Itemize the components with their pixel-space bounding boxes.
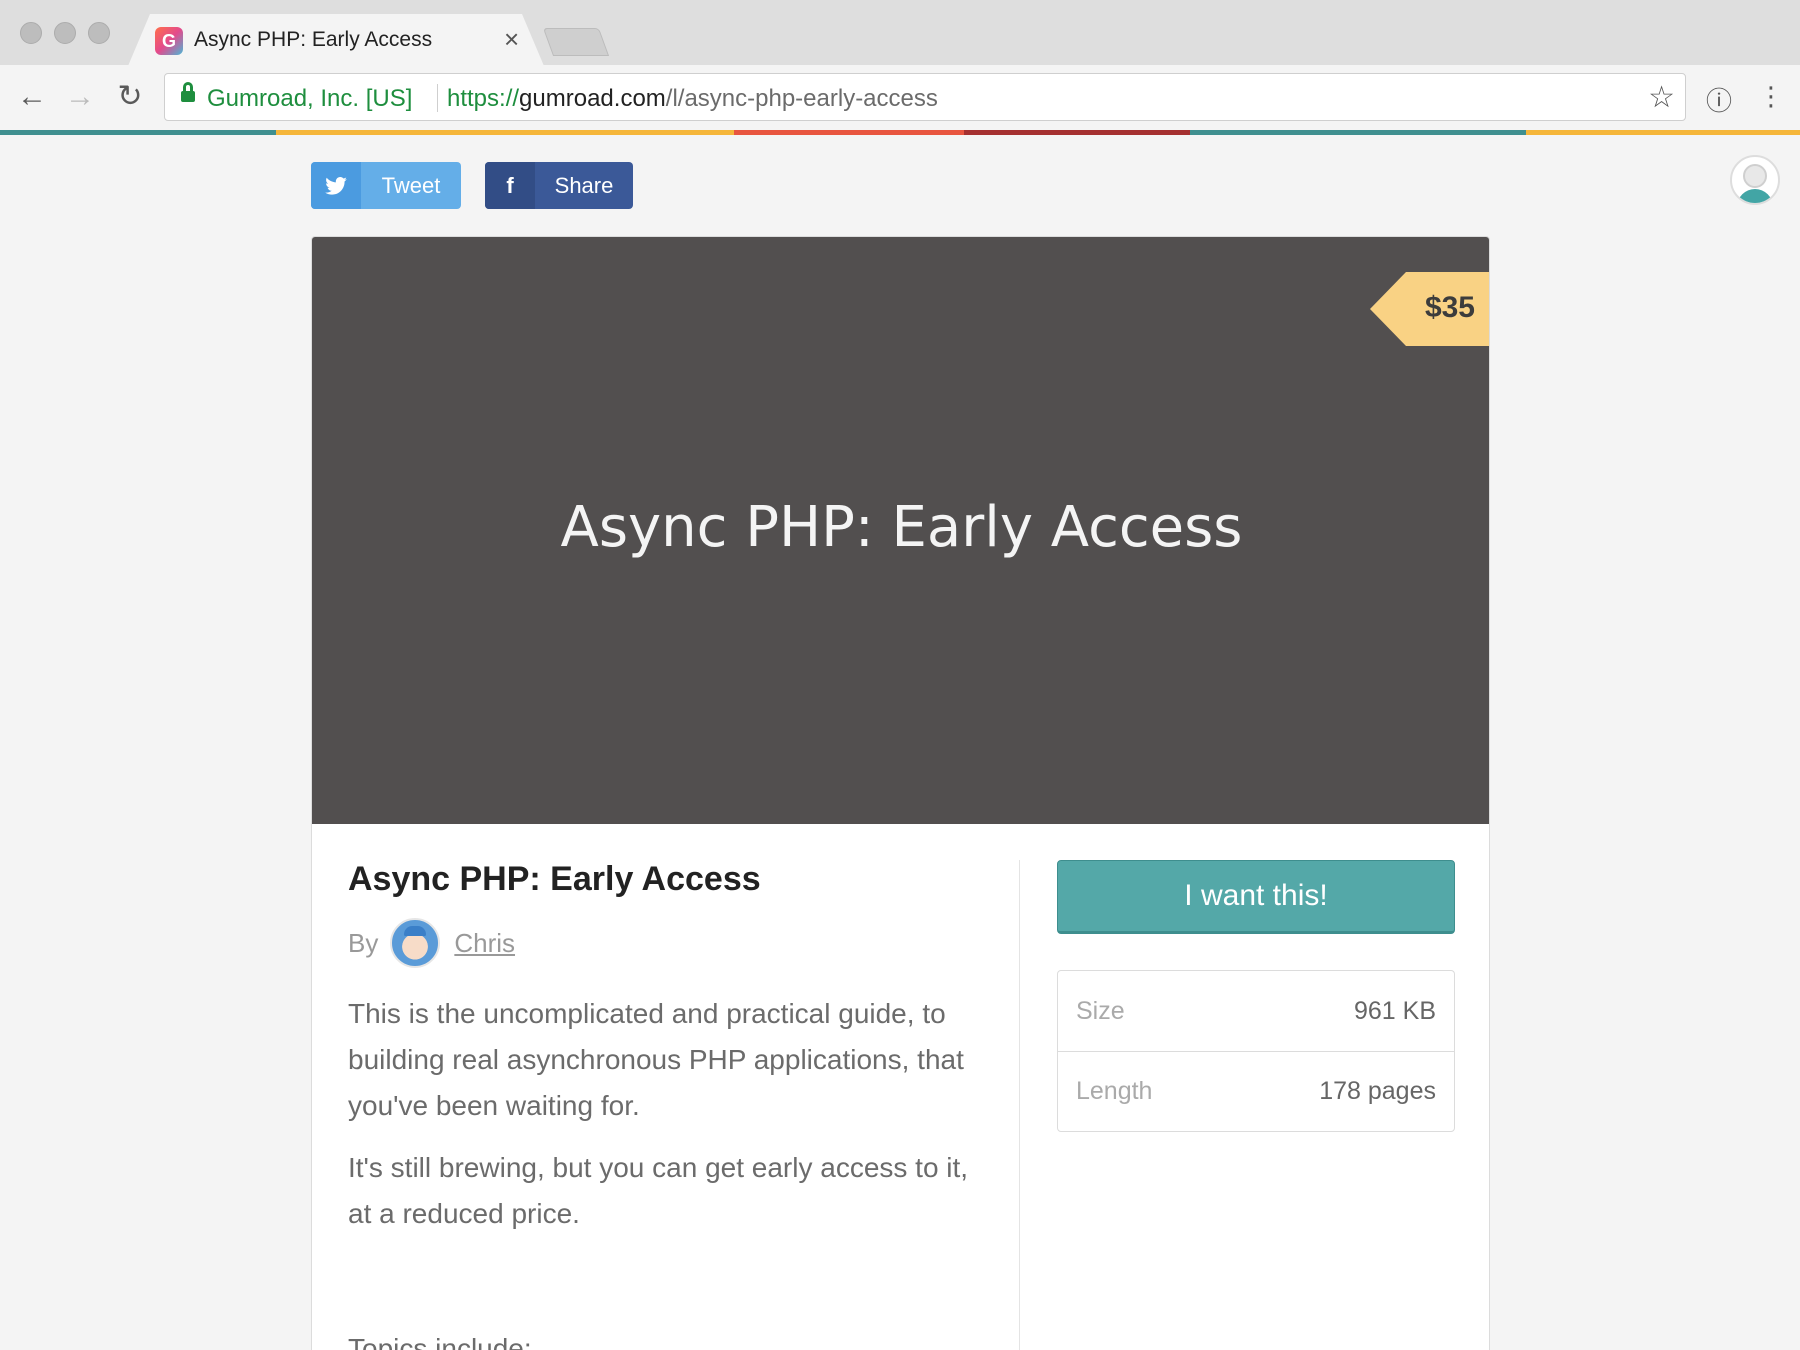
detail-row-size: Size 961 KB xyxy=(1058,971,1454,1051)
topics-heading: Topics include: xyxy=(348,1333,532,1350)
url-text[interactable]: https://gumroad.com/l/async-php-early-ac… xyxy=(447,85,938,113)
creator-avatar[interactable] xyxy=(390,918,441,968)
description-paragraph: It's still brewing, but you can get earl… xyxy=(348,1152,969,1229)
product-details-table: Size 961 KB Length 178 pages xyxy=(1057,970,1455,1132)
detail-value: 178 pages xyxy=(1319,1077,1436,1105)
extension-icon[interactable]: ⓘ xyxy=(1706,81,1732,118)
user-avatar-head xyxy=(1743,164,1767,188)
zoom-window-button[interactable] xyxy=(88,22,110,44)
stripe-segment xyxy=(276,130,734,135)
tab-title: Async PHP: Early Access xyxy=(194,28,433,51)
menu-icon[interactable]: ⋮ xyxy=(1758,81,1784,112)
detail-row-length: Length 178 pages xyxy=(1058,1051,1454,1131)
description-paragraph: This is the uncomplicated and practical … xyxy=(348,998,964,1121)
price-tag: $35 xyxy=(1370,272,1489,346)
i-want-this-button[interactable]: I want this! xyxy=(1057,860,1455,934)
column-divider xyxy=(1019,860,1020,1350)
price-value: $35 xyxy=(1424,291,1475,324)
url-scheme: https:// xyxy=(447,85,520,112)
user-avatar-body xyxy=(1737,189,1773,203)
omnibox-separator xyxy=(437,84,438,112)
product-info: Async PHP: Early Access By Chris This is… xyxy=(348,860,988,1350)
detail-value: 961 KB xyxy=(1353,996,1436,1025)
stripe-segment xyxy=(964,130,1190,135)
facebook-f-icon: f xyxy=(485,162,535,209)
certificate-name[interactable]: Gumroad, Inc. [US] xyxy=(207,85,412,113)
browser-toolbar: ← → ↻ Gumroad, Inc. [US] https://gumroad… xyxy=(0,65,1800,131)
minimize-window-button[interactable] xyxy=(54,22,76,44)
stripe-segment xyxy=(734,130,964,135)
address-bar[interactable]: Gumroad, Inc. [US] https://gumroad.com/l… xyxy=(164,73,1686,121)
tweet-label: Tweet xyxy=(381,172,441,198)
product-title: Async PHP: Early Access xyxy=(348,860,761,898)
brand-color-stripe xyxy=(0,130,1800,135)
url-path: /l/async-php-early-access xyxy=(665,85,938,112)
bookmark-star-icon[interactable]: ☆ xyxy=(1648,80,1675,115)
creator-link[interactable]: Chris xyxy=(454,928,515,959)
tweet-button[interactable]: Tweet xyxy=(311,162,461,209)
creator-row: By Chris xyxy=(348,917,988,969)
reload-icon[interactable]: ↻ xyxy=(112,79,148,115)
stripe-segment xyxy=(1526,130,1800,135)
cover-title: Async PHP: Early Access xyxy=(560,495,1243,560)
stripe-segment xyxy=(1190,130,1526,135)
close-window-button[interactable] xyxy=(20,22,42,44)
stripe-segment xyxy=(0,130,276,135)
detail-key: Length xyxy=(1076,1077,1153,1105)
facebook-share-button[interactable]: f Share xyxy=(485,162,633,209)
by-label: By xyxy=(348,927,379,958)
url-host: gumroad.com xyxy=(519,85,666,112)
back-arrow-icon[interactable]: ← xyxy=(14,79,50,115)
lock-icon xyxy=(181,82,195,104)
forward-arrow-icon[interactable]: → xyxy=(62,79,98,115)
twitter-bird-icon xyxy=(311,162,361,209)
close-tab-icon[interactable]: × xyxy=(504,24,519,54)
product-cover: Async PHP: Early Access $35 xyxy=(312,237,1489,824)
detail-key: Size xyxy=(1076,996,1125,1025)
product-card: Async PHP: Early Access $35 Async PHP: E… xyxy=(311,236,1490,1350)
share-label: Share xyxy=(554,172,614,198)
new-tab-button[interactable] xyxy=(542,28,610,56)
gumroad-favicon-icon: G xyxy=(155,27,183,55)
user-avatar-button[interactable] xyxy=(1730,155,1780,205)
browser-titlebar: G Async PHP: Early Access × xyxy=(0,0,1800,66)
